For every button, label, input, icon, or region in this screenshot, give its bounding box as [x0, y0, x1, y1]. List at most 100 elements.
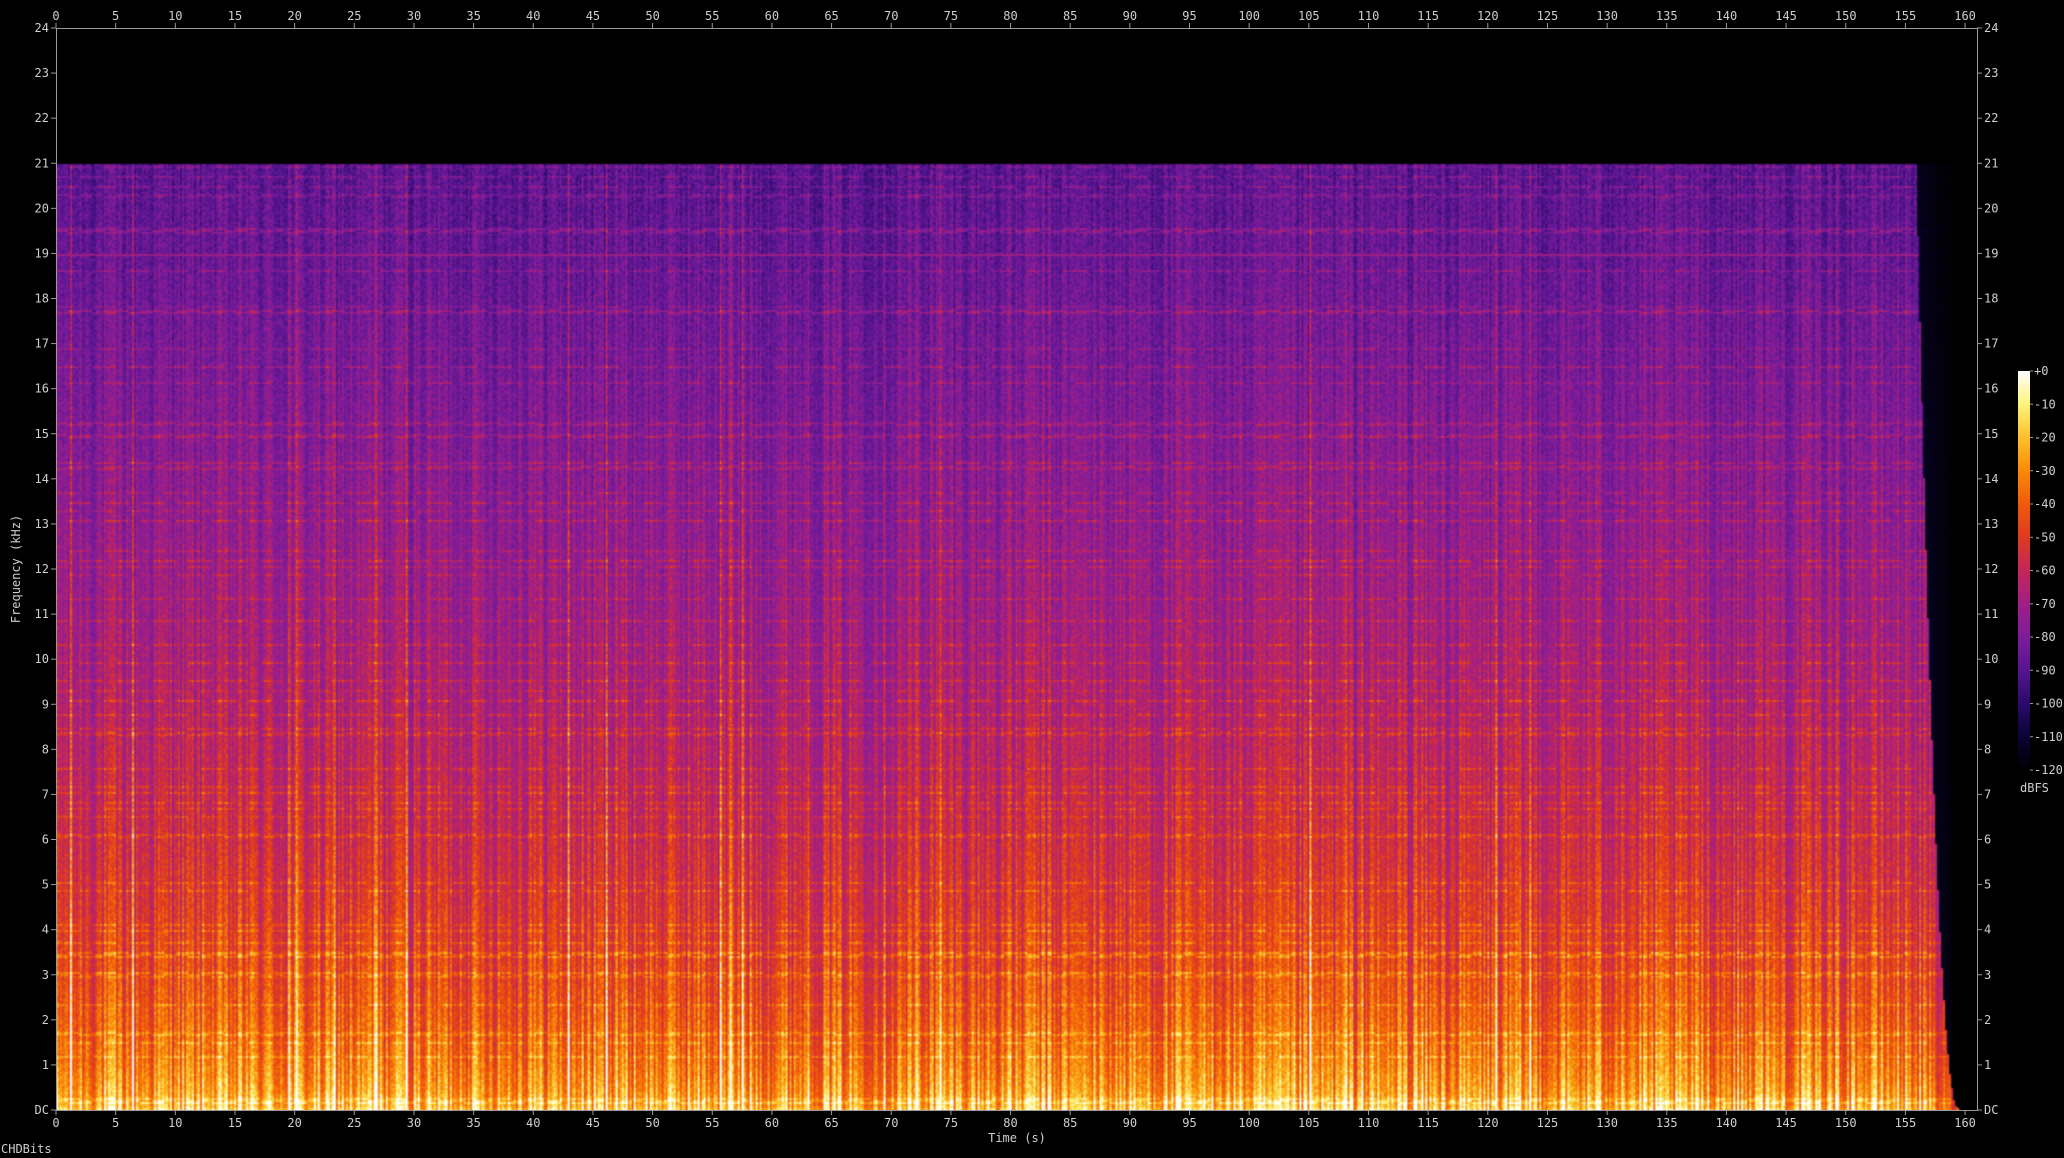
x-tick-label: 30	[407, 1116, 421, 1130]
x-tick-label-top: 20	[287, 9, 301, 23]
y-tick-label-right: 2	[1984, 1013, 1991, 1027]
y-tick-label-right: 15	[1984, 427, 1998, 441]
y-tick-label-right: 8	[1984, 742, 1991, 756]
x-tick-label: 60	[765, 1116, 779, 1130]
x-tick-label-top: 50	[645, 9, 659, 23]
y-tick-label-right: 4	[1984, 923, 1991, 937]
y-tick-label-right: 20	[1984, 201, 1998, 215]
y-tick-label-right: 11	[1984, 607, 1998, 621]
x-tick-label-top: 160	[1954, 9, 1976, 23]
x-tick-label: 90	[1123, 1116, 1137, 1130]
y-tick-label: 4	[42, 923, 49, 937]
y-tick-label: 7	[42, 787, 49, 801]
x-tick-label-top: 10	[168, 9, 182, 23]
x-tick-label: 70	[884, 1116, 898, 1130]
x-tick-label-top: 15	[228, 9, 242, 23]
x-tick-label-top: 70	[884, 9, 898, 23]
x-tick-label: 35	[466, 1116, 480, 1130]
colorbar-tick-label: -90	[2034, 663, 2056, 677]
colorbar-tick-label: -30	[2034, 464, 2056, 478]
y-tick-label: 20	[35, 201, 49, 215]
y-tick-label-right: 6	[1984, 833, 1991, 847]
y-tick-label: 13	[35, 517, 49, 531]
plot-frame	[56, 28, 1978, 1111]
x-tick-label: 155	[1895, 1116, 1917, 1130]
y-tick-label-right: 14	[1984, 472, 1998, 486]
x-tick-label: 130	[1596, 1116, 1618, 1130]
x-tick-label: 120	[1477, 1116, 1499, 1130]
x-tick-label-top: 25	[347, 9, 361, 23]
y-tick-label-right: 13	[1984, 517, 1998, 531]
x-tick-label-top: 5	[112, 9, 119, 23]
x-tick-label: 135	[1656, 1116, 1678, 1130]
x-tick-label-top: 60	[765, 9, 779, 23]
y-tick-label-right: 3	[1984, 968, 1991, 982]
y-tick-label: 12	[35, 562, 49, 576]
y-tick-label: 17	[35, 337, 49, 351]
colorbar-tick-label: -40	[2034, 497, 2056, 511]
x-tick-label-top: 65	[824, 9, 838, 23]
colorbar-tick-label: -60	[2034, 564, 2056, 578]
y-tick-label: 2	[42, 1013, 49, 1027]
y-tick-label: 19	[35, 246, 49, 260]
y-tick-label: 24	[35, 21, 49, 35]
colorbar-tick-label: +0	[2034, 364, 2048, 378]
y-tick-label: 18	[35, 292, 49, 306]
x-tick-label-top: 95	[1182, 9, 1196, 23]
y-tick-label: 3	[42, 968, 49, 982]
x-tick-label-top: 30	[407, 9, 421, 23]
x-axis-top: 0 5 10 15 20 25 30 35 40 45 50 55 60 65 70 75 80 85 90 95 10…	[52, 9, 1976, 28]
y-axis-title: Frequency (kHz)	[9, 515, 23, 623]
y-tick-label: 15	[35, 427, 49, 441]
x-tick-label: 45	[586, 1116, 600, 1130]
x-tick-label-top: 105	[1298, 9, 1320, 23]
y-tick-label: 21	[35, 156, 49, 170]
x-tick-label-top: 125	[1537, 9, 1559, 23]
x-tick-label: 25	[347, 1116, 361, 1130]
colorbar-tick-label: -100	[2034, 697, 2063, 711]
y-tick-label: 16	[35, 382, 49, 396]
y-tick-label-right: 12	[1984, 562, 1998, 576]
spectrogram-window: 0 5 10 15 20 25 30 35 40 45 50 55 60 65 70 75 80 85 90 95 10…	[0, 0, 2064, 1158]
y-tick-label-right: 1	[1984, 1058, 1991, 1072]
footer-watermark: CHDBits	[1, 1142, 52, 1156]
y-tick-label-right: 9	[1984, 697, 1991, 711]
colorbar-tick-label: -10	[2034, 397, 2056, 411]
y-tick-label-right: 23	[1984, 66, 1998, 80]
chart-axes: 0 5 10 15 20 25 30 35 40 45 50 55 60 65 70 75 80 85 90 95 10…	[9, 9, 2063, 1145]
y-axis-left: DC12345678910111213141516171819202122232…	[35, 21, 56, 1117]
x-tick-label-top: 85	[1063, 9, 1077, 23]
x-tick-label-top: 40	[526, 9, 540, 23]
x-tick-label-top: 0	[52, 9, 59, 23]
y-tick-label-right: 24	[1984, 21, 1998, 35]
x-tick-label-top: 130	[1596, 9, 1618, 23]
y-tick-label: 8	[42, 742, 49, 756]
y-tick-label: 9	[42, 697, 49, 711]
x-tick-label: 140	[1716, 1116, 1738, 1130]
x-tick-label-top: 90	[1123, 9, 1137, 23]
colorbar-label: dBFS	[2020, 781, 2049, 795]
colorbar-tick-label: -70	[2034, 597, 2056, 611]
y-tick-label: 6	[42, 833, 49, 847]
y-tick-label-right: 16	[1984, 382, 1998, 396]
x-axis-bottom: 0 5 10 15 20 25 30 35 40 45 50 55 60 65 70 75 80 85 90 95 10…	[52, 1110, 1976, 1130]
y-tick-label: 5	[42, 878, 49, 892]
colorbar-tick-label: -20	[2034, 431, 2056, 445]
x-tick-label: 100	[1238, 1116, 1260, 1130]
x-tick-label: 125	[1537, 1116, 1559, 1130]
y-tick-label: 10	[35, 652, 49, 666]
x-tick-label: 75	[944, 1116, 958, 1130]
y-tick-label: DC	[35, 1103, 49, 1117]
x-tick-label: 15	[228, 1116, 242, 1130]
x-tick-label-top: 110	[1358, 9, 1380, 23]
x-tick-label-top: 100	[1238, 9, 1260, 23]
x-tick-label: 0	[52, 1116, 59, 1130]
x-tick-label: 5	[112, 1116, 119, 1130]
y-axis-right: DC12345678910111213141516171819202122232…	[1977, 21, 1998, 1117]
x-tick-label: 20	[287, 1116, 301, 1130]
colorbar-ticks: +0 -10 -20 -30 -40 -50 -60 -70 -80 -90 -100 -110 -12…	[2030, 364, 2063, 777]
x-tick-label: 40	[526, 1116, 540, 1130]
x-tick-label: 150	[1835, 1116, 1857, 1130]
x-tick-label: 55	[705, 1116, 719, 1130]
x-tick-label: 160	[1954, 1116, 1976, 1130]
